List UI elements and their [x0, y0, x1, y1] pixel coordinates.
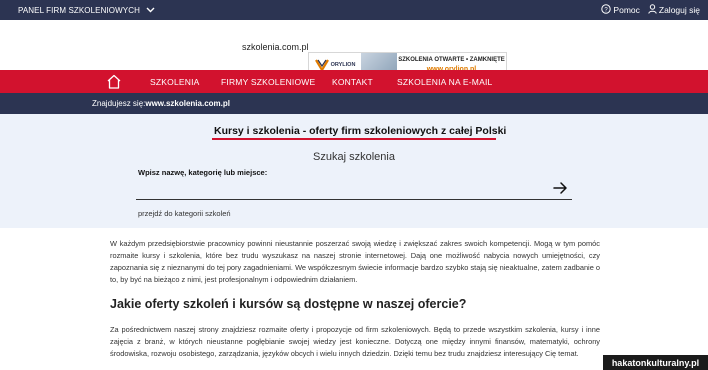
search-panel: Kursy i szkolenia - oferty firm szkoleni…: [0, 114, 708, 228]
arrow-right-icon[interactable]: [552, 180, 568, 196]
banner-line: SZKOLENIA OTWARTE • ZAMKNIĘTE: [398, 57, 505, 63]
panel-label: PANEL FIRM SZKOLENIOWYCH: [18, 5, 140, 15]
chevron-down-icon: [146, 6, 155, 15]
login-link[interactable]: Zaloguj się: [648, 4, 700, 16]
search-heading: Szukaj szkolenia: [313, 151, 395, 163]
top-bar: PANEL FIRM SZKOLENIOWYCH ? Pomoc Zaloguj…: [0, 0, 708, 20]
watermark-label: hakatonkulturalny.pl: [603, 355, 708, 370]
nav-item-szkolenia[interactable]: SZKOLENIA: [150, 77, 200, 87]
title-underline: [212, 138, 496, 140]
intro-paragraph: W każdym przedsiębiorstwie pracownicy po…: [110, 239, 600, 284]
help-label: Pomoc: [613, 5, 640, 15]
user-icon: [648, 4, 657, 16]
header: szkolenia.com.pl ORYLION SZKOLENIA OTWAR…: [0, 20, 708, 78]
nav-item-szkolenia-na-email[interactable]: SZKOLENIA NA E-MAIL: [397, 77, 492, 87]
breadcrumb-prefix: Znajdujesz się:: [92, 99, 146, 108]
nav-item-firmy-szkoleniowe[interactable]: FIRMY SZKOLENIOWE: [221, 77, 315, 87]
site-logo[interactable]: szkolenia.com.pl: [242, 42, 309, 52]
nav-item-kontakt[interactable]: KONTAKT: [332, 77, 373, 87]
breadcrumb-current[interactable]: www.szkolenia.com.pl: [145, 99, 230, 108]
search-label: Wpisz nazwę, kategorię lub miejsce:: [138, 168, 268, 177]
page-title: Kursy i szkolenia - oferty firm szkoleni…: [214, 125, 507, 137]
breadcrumb: Znajdujesz się:www.szkolenia.com.pl: [0, 93, 708, 114]
main-content: W każdym przedsiębiorstwie pracownicy po…: [110, 238, 600, 360]
panel-dropdown[interactable]: PANEL FIRM SZKOLENIOWYCH: [18, 6, 155, 15]
help-icon: ?: [601, 4, 612, 16]
section-heading: Jakie oferty szkoleń i kursów są dostępn…: [110, 297, 467, 311]
category-link[interactable]: przejdź do kategorii szkoleń: [138, 209, 231, 218]
banner-logo-text: ORYLION: [330, 62, 356, 68]
login-label: Zaloguj się: [658, 5, 700, 15]
main-nav: SZKOLENIA FIRMY SZKOLENIOWE KONTAKT SZKO…: [0, 70, 708, 93]
help-link[interactable]: ? Pomoc: [601, 4, 640, 16]
offers-paragraph: Za pośrednictwem naszej strony znajdzies…: [110, 325, 600, 358]
home-icon[interactable]: [105, 73, 123, 90]
search-input[interactable]: [136, 178, 572, 200]
